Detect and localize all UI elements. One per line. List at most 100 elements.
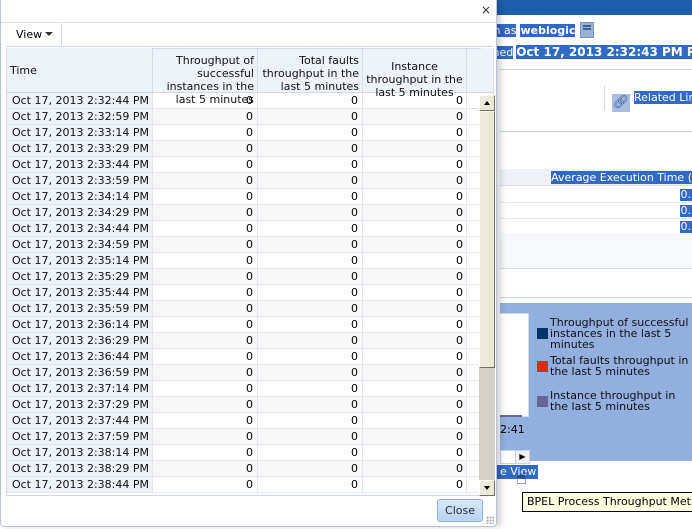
cell-instance-throughput: 0 — [362, 317, 467, 332]
cell-successful-throughput: 0 — [152, 253, 257, 268]
server-icon[interactable] — [580, 22, 595, 38]
column-header-instance-throughput[interactable]: Instance throughput in the last 5 minute… — [362, 48, 467, 99]
cell-faults-throughput: 0 — [257, 189, 362, 204]
cell-time: Oct 17, 2013 2:36:44 PM — [7, 349, 152, 364]
table-row[interactable]: Oct 17, 2013 2:35:29 PM 0 0 0 — [7, 269, 481, 285]
cell-successful-throughput: 0 — [152, 125, 257, 140]
login-user-link[interactable]: weblogic — [520, 24, 576, 37]
cell-faults-throughput: 0 — [257, 285, 362, 300]
arrow-down-icon — [484, 486, 490, 490]
last-refreshed: eshedOct 17, 2013 2:32:43 PM PDT — [480, 45, 692, 60]
close-icon[interactable]: × — [479, 3, 493, 17]
divider — [604, 86, 605, 110]
table-row[interactable]: Oct 17, 2013 2:37:29 PM 0 0 0 — [7, 397, 481, 413]
legend-label: Throughput of successful instances in th… — [550, 316, 689, 351]
table-row[interactable]: Oct 17, 2013 2:32:59 PM 0 0 0 — [7, 109, 481, 125]
cell-faults-throughput: 0 — [257, 237, 362, 252]
cell-instance-throughput: 0 — [362, 461, 467, 476]
cell-time: Oct 17, 2013 2:35:44 PM — [7, 285, 152, 300]
cell-time: Oct 17, 2013 2:33:44 PM — [7, 157, 152, 172]
cell-time: Oct 17, 2013 2:32:44 PM — [7, 93, 152, 108]
column-header-avg-exec-time[interactable]: Average Execution Time ( — [551, 171, 692, 184]
table-row[interactable]: Oct 17, 2013 2:36:29 PM 0 0 0 — [7, 333, 481, 349]
related-links-button[interactable]: 🔗︎ Related Link — [612, 89, 692, 112]
column-header-filler — [467, 48, 481, 92]
legend-swatch — [537, 328, 548, 339]
table-row[interactable]: Oct 17, 2013 2:35:44 PM 0 0 0 — [7, 285, 481, 301]
column-header-successful-throughput[interactable]: Throughput of successful instances in th… — [152, 48, 257, 106]
table-row[interactable]: Oct 17, 2013 2:36:44 PM 0 0 0 — [7, 349, 481, 365]
cell-successful-throughput: 0 — [152, 285, 257, 300]
cell-value: 0. — [679, 220, 692, 233]
table-row[interactable]: Oct 17, 2013 2:33:59 PM 0 0 0 — [7, 173, 481, 189]
cell-faults-throughput: 0 — [257, 445, 362, 460]
cell-time: Oct 17, 2013 2:33:59 PM — [7, 173, 152, 188]
column-header-time[interactable]: Time — [7, 48, 152, 92]
cell-instance-throughput: 0 — [362, 189, 467, 204]
table-row[interactable]: Oct 17, 2013 2:34:14 PM 0 0 0 — [7, 189, 481, 205]
table-row[interactable]: Oct 17, 2013 2:38:14 PM 0 0 0 — [7, 445, 481, 461]
table-row[interactable]: Oct 17, 2013 2:34:59 PM 0 0 0 — [7, 237, 481, 253]
cell-instance-throughput: 0 — [362, 173, 467, 188]
table-row[interactable]: Oct 17, 2013 2:38:44 PM 0 0 0 — [7, 477, 481, 493]
cell-faults-throughput: 0 — [257, 269, 362, 284]
cell-time: Oct 17, 2013 2:34:14 PM — [7, 189, 152, 204]
scroll-right-icon[interactable]: ▶ — [515, 451, 529, 463]
cell-time: Oct 17, 2013 2:37:59 PM — [7, 429, 152, 444]
cell-successful-throughput: 0 — [152, 269, 257, 284]
table-row[interactable]: Oct 17, 2013 2:35:59 PM 0 0 0 — [7, 301, 481, 317]
cell-instance-throughput: 0 — [362, 445, 467, 460]
table-row[interactable]: Oct 17, 2013 2:35:14 PM 0 0 0 — [7, 253, 481, 269]
divider — [500, 131, 692, 132]
table-row[interactable]: Oct 17, 2013 2:34:29 PM 0 0 0 — [7, 205, 481, 221]
cell-instance-throughput: 0 — [362, 397, 467, 412]
table-body: Oct 17, 2013 2:32:44 PM 0 0 0 Oct 17, 2013 2… — [7, 93, 481, 495]
table-row[interactable]: Oct 17, 2013 2:33:44 PM 0 0 0 — [7, 157, 481, 173]
cell-successful-throughput: 0 — [152, 461, 257, 476]
scroll-up-button[interactable] — [479, 95, 495, 111]
vertical-scrollbar[interactable] — [479, 95, 495, 496]
cell-time: Oct 17, 2013 2:33:14 PM — [7, 125, 152, 140]
cell-time: Oct 17, 2013 2:37:14 PM — [7, 381, 152, 396]
table-row[interactable]: Oct 17, 2013 2:36:59 PM 0 0 0 — [7, 365, 481, 381]
table-row[interactable]: Oct 17, 2013 2:38:29 PM 0 0 0 — [7, 461, 481, 477]
cell-instance-throughput: 0 — [362, 413, 467, 428]
cell-faults-throughput: 0 — [257, 173, 362, 188]
cell-time: Oct 17, 2013 2:38:44 PM — [7, 477, 152, 492]
cell-time: Oct 17, 2013 2:36:29 PM — [7, 333, 152, 348]
resize-grip-icon[interactable] — [486, 516, 494, 524]
legend-item: Instance throughput in the last 5 minute… — [537, 390, 687, 412]
table-row[interactable]: Oct 17, 2013 2:33:29 PM 0 0 0 — [7, 141, 481, 157]
chart-horizontal-scrollbar[interactable]: ▶ — [500, 450, 530, 464]
table-row[interactable]: Oct 17, 2013 2:37:14 PM 0 0 0 — [7, 381, 481, 397]
scrollbar-thumb[interactable] — [479, 111, 495, 368]
scroll-down-button[interactable] — [479, 480, 495, 496]
cell-time: Oct 17, 2013 2:38:29 PM — [7, 461, 152, 476]
cell-successful-throughput: 0 — [152, 317, 257, 332]
table-row[interactable]: Oct 17, 2013 2:36:14 PM 0 0 0 — [7, 317, 481, 333]
cell-faults-throughput: 0 — [257, 109, 362, 124]
chart-x-axis-label: 2:41 — [500, 423, 525, 436]
divider — [500, 297, 692, 298]
cell-value: 0. — [679, 188, 692, 201]
cell-instance-throughput: 0 — [362, 365, 467, 380]
cell-faults-throughput: 0 — [257, 413, 362, 428]
cell-time: Oct 17, 2013 2:38:14 PM — [7, 445, 152, 460]
close-button[interactable]: Close — [437, 499, 483, 522]
cell-successful-throughput: 0 — [152, 397, 257, 412]
cell-successful-throughput: 0 — [152, 157, 257, 172]
chart-series-line — [500, 415, 522, 417]
table-row[interactable]: Oct 17, 2013 2:34:44 PM 0 0 0 — [7, 221, 481, 237]
column-header-faults-throughput[interactable]: Total faults throughput in the last 5 mi… — [257, 48, 362, 93]
cell-time: Oct 17, 2013 2:36:14 PM — [7, 317, 152, 332]
cell-successful-throughput: 0 — [152, 333, 257, 348]
cell-faults-throughput: 0 — [257, 349, 362, 364]
view-menu-button[interactable]: View — [6, 23, 62, 47]
table-row[interactable]: Oct 17, 2013 2:33:14 PM 0 0 0 — [7, 125, 481, 141]
legend-label: Instance throughput in the last 5 minute… — [550, 389, 676, 413]
table-row[interactable]: Oct 17, 2013 2:32:44 PM 0 0 0 — [7, 93, 481, 109]
bg-table-row: 0. — [500, 203, 692, 219]
table-row[interactable]: Oct 17, 2013 2:37:44 PM 0 0 0 — [7, 413, 481, 429]
table-row[interactable]: Oct 17, 2013 2:37:59 PM 0 0 0 — [7, 429, 481, 445]
tooltip: BPEL Process Throughput Metrics — [522, 492, 692, 512]
